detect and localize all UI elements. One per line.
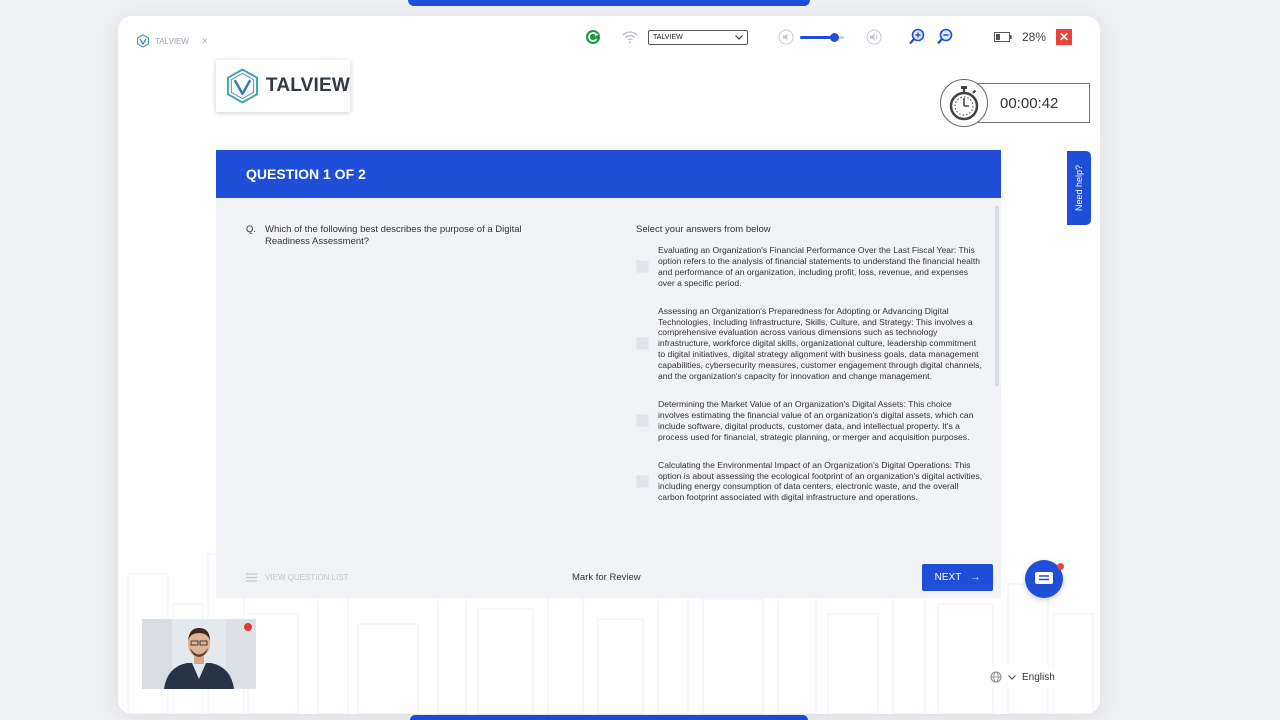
question-prefix: Q.: [246, 224, 257, 235]
answer-option[interactable]: Determining the Market Value of an Organ…: [636, 399, 1001, 443]
chat-button[interactable]: [1025, 560, 1064, 598]
arrow-right-icon: →: [970, 571, 981, 583]
option-checkbox[interactable]: [636, 260, 649, 274]
talview-logo: TALVIEW: [216, 60, 350, 112]
next-button[interactable]: NEXT →: [922, 563, 993, 591]
top-accent-bar: [408, 0, 810, 6]
tab-title: TALVIEW: [155, 36, 189, 46]
language-selector[interactable]: English: [984, 666, 1066, 688]
chevron-down-icon: [735, 34, 743, 40]
recording-indicator: [244, 623, 252, 631]
battery-percentage: 28%: [1022, 30, 1047, 44]
options-title: Select your answers from below: [636, 224, 771, 235]
need-help-tab[interactable]: Need help?: [1067, 151, 1091, 225]
exam-timer: 00:00:42: [940, 78, 1092, 128]
camera-source-select[interactable]: TALVIEW: [648, 29, 748, 45]
question-counter: QUESTION 1 OF 2: [246, 166, 366, 182]
browser-tab[interactable]: TALVIEW ×: [136, 34, 208, 48]
answer-options[interactable]: Select your answers from below Evaluatin…: [636, 224, 1001, 554]
option-text: Evaluating an Organization's Financial P…: [658, 245, 980, 288]
question-footer: VIEW QUESTION LIST Mark for Review NEXT …: [246, 563, 993, 591]
view-question-list-button[interactable]: VIEW QUESTION LIST: [246, 573, 349, 582]
camera-source-value: TALVIEW: [653, 33, 683, 41]
question-card: QUESTION 1 OF 2 Q. Which of the followin…: [216, 150, 1001, 598]
close-exam-button[interactable]: ✕: [1056, 29, 1073, 45]
proctor-toolbar: TALVIEW 28% ✕: [584, 28, 1073, 46]
volume-slider[interactable]: [800, 30, 844, 44]
question-header: QUESTION 1 OF 2: [216, 150, 1001, 198]
option-checkbox[interactable]: [636, 474, 649, 488]
language-value: English: [1022, 671, 1055, 683]
mark-for-review-button[interactable]: Mark for Review: [572, 572, 641, 583]
volume-up-icon[interactable]: [866, 29, 882, 45]
bottom-accent-bar: [410, 715, 808, 720]
chevron-down-icon: [1008, 674, 1016, 680]
zoom-in-icon[interactable]: [908, 28, 926, 46]
option-text: Determining the Market Value of an Organ…: [658, 398, 974, 442]
list-icon: [246, 572, 257, 582]
candidate-video-image: [142, 619, 256, 689]
logo-text: TALVIEW: [265, 75, 350, 96]
answer-option[interactable]: Calculating the Environmental Impact of …: [636, 460, 1001, 504]
refresh-icon[interactable]: [584, 28, 602, 46]
battery-icon: [994, 32, 1012, 42]
question-text: Which of the following best describes th…: [265, 224, 522, 247]
wifi-icon: [622, 31, 638, 44]
timer-value: 00:00:42: [978, 83, 1090, 123]
question-prompt: Q. Which of the following best describes…: [246, 224, 536, 248]
option-text: Calculating the Environmental Impact of …: [658, 459, 983, 503]
webcam-preview: [142, 619, 256, 689]
option-checkbox[interactable]: [636, 337, 649, 351]
answer-option[interactable]: Assessing an Organization's Preparedness…: [636, 306, 1001, 382]
option-text: Assessing an Organization's Preparedness…: [658, 305, 982, 382]
tab-close-icon[interactable]: ×: [202, 36, 208, 47]
chat-icon: [1035, 572, 1053, 584]
globe-icon: [990, 671, 1002, 683]
option-checkbox[interactable]: [636, 414, 649, 428]
answer-option[interactable]: Evaluating an Organization's Financial P…: [636, 245, 1001, 289]
options-scrollbar[interactable]: [995, 206, 999, 386]
volume-knob[interactable]: [830, 33, 840, 42]
stopwatch-icon: [940, 79, 988, 127]
view-question-list-label: VIEW QUESTION LIST: [265, 572, 349, 582]
chat-notification-dot: [1057, 563, 1064, 570]
zoom-out-icon[interactable]: [936, 28, 954, 46]
talview-logo-icon: [226, 68, 258, 104]
exam-window: TALVIEW × TALVIEW 28% ✕ TALVIEW 00:00:42…: [118, 16, 1100, 714]
volume-down-icon[interactable]: [778, 29, 794, 45]
talview-favicon-icon: [136, 34, 150, 48]
next-label: NEXT: [934, 571, 962, 583]
